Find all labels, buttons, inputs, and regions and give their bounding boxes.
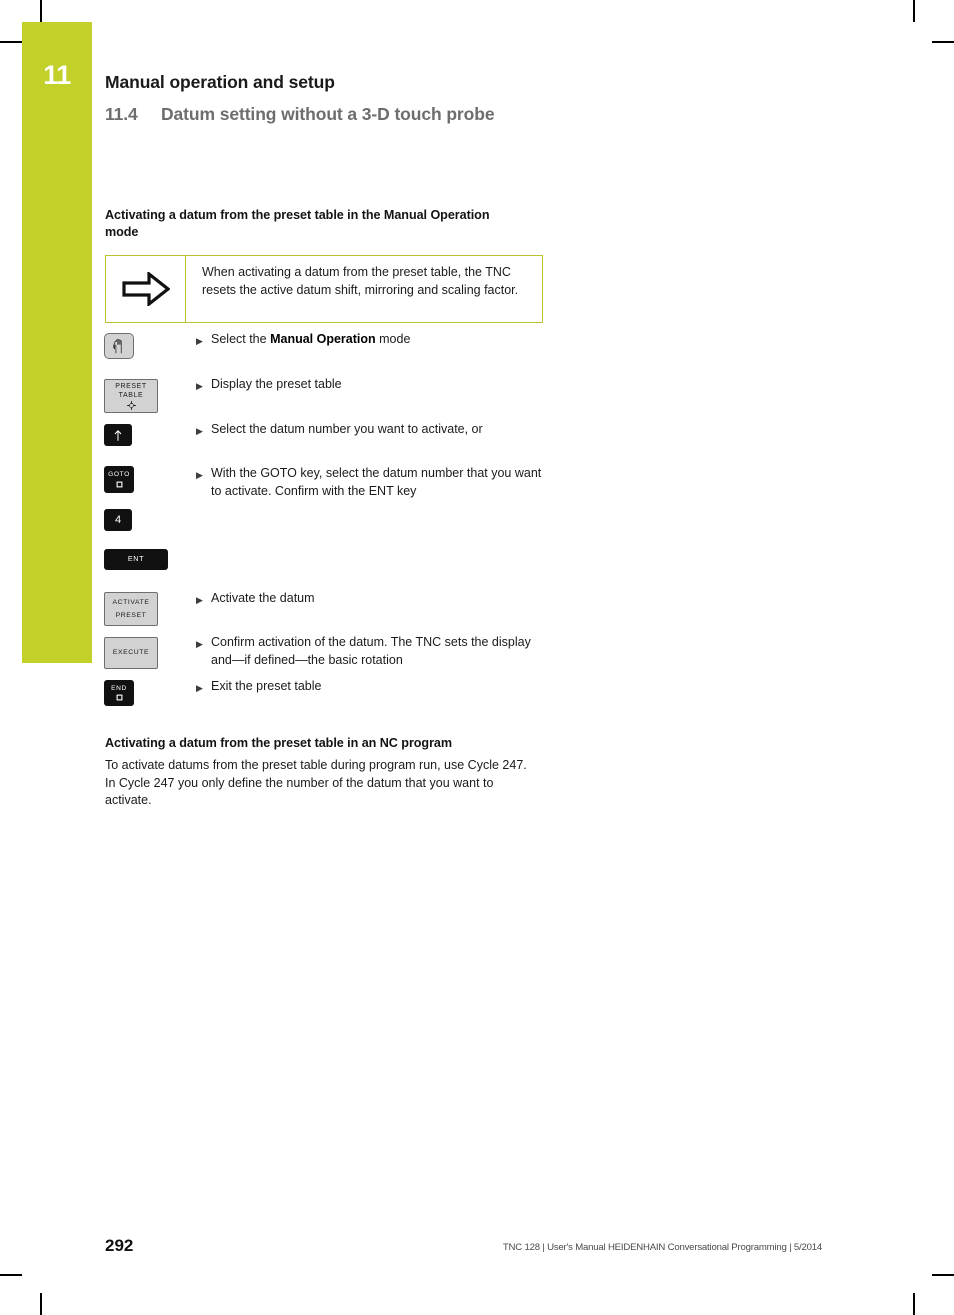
arrow-up-icon: [114, 429, 122, 441]
note-divider: [185, 256, 186, 322]
page-title: Manual operation and setup: [105, 72, 335, 92]
crop-mark-bottom-left-horizontal: [0, 1274, 22, 1276]
step-text-preset-table: Display the preset table: [211, 377, 342, 391]
note-text: When activating a datum from the preset …: [202, 265, 519, 297]
key-end[interactable]: END: [104, 680, 134, 706]
crop-mark-top-right-horizontal: [932, 41, 954, 43]
paragraph-nc-program: To activate datums from the preset table…: [105, 758, 527, 807]
section-heading: 11.4 Datum setting without a 3-D touch pr…: [105, 104, 495, 125]
key-label-table: TABLE: [118, 391, 144, 399]
key-ent[interactable]: ENT: [104, 549, 168, 570]
crop-mark-bottom-left-vertical: [40, 1293, 42, 1315]
hand-icon: [112, 338, 122, 353]
emphasis-manual-operation: Manual Operation: [270, 332, 376, 346]
key-label-execute: EXECUTE: [112, 649, 150, 657]
note-box: When activating a datum from the preset …: [105, 255, 543, 323]
step-bullet: ▶: [196, 381, 203, 391]
square-icon: [116, 481, 122, 487]
key-label-preset: PRESET: [115, 383, 147, 391]
key-manual-operation[interactable]: [104, 333, 134, 359]
crop-mark-top-right-vertical: [913, 0, 915, 22]
preset-datum-icon: [126, 400, 136, 410]
key-label-digit-4: 4: [114, 513, 122, 526]
step-text-manual-operation: Select the Manual Operation mode: [211, 332, 411, 346]
step-bullet: ▶: [196, 683, 203, 693]
step-text-goto: With the GOTO key, select the datum numb…: [211, 466, 542, 498]
step-bullet: ▶: [196, 470, 203, 480]
crop-mark-bottom-right-horizontal: [932, 1274, 954, 1276]
step-bullet: ▶: [196, 336, 203, 346]
step-bullet: ▶: [196, 426, 203, 436]
key-label-ent: ENT: [127, 554, 145, 564]
footer-manual-info: TNC 128 | User's Manual HEIDENHAIN Conve…: [502, 1242, 822, 1253]
key-label-activate: ACTIVATE: [112, 598, 150, 606]
manual-page: 11 Manual operation and setup 11.4 Datum …: [0, 0, 954, 1315]
arrow-right-outline-icon: [122, 270, 171, 308]
chapter-number: 11: [43, 60, 71, 90]
crop-mark-top-left-vertical: [40, 0, 42, 22]
key-digit-4[interactable]: 4: [104, 509, 132, 531]
section-number: 11.4: [105, 104, 138, 124]
chapter-tab: [22, 22, 92, 663]
key-execute[interactable]: EXECUTE: [104, 637, 158, 669]
key-activate-preset[interactable]: ACTIVATE PRESET: [104, 592, 158, 626]
subheading-manual-mode: Activating a datum from the preset table…: [105, 208, 490, 239]
key-arrow-up[interactable]: [104, 424, 132, 446]
step-bullet: ▶: [196, 595, 203, 605]
key-label-preset: PRESET: [115, 611, 147, 619]
step-text-select-datum: Select the datum number you want to acti…: [211, 422, 483, 436]
key-goto[interactable]: GOTO: [104, 466, 134, 493]
step-text-execute: Confirm activation of the datum. The TNC…: [211, 635, 531, 667]
section-title: Datum setting without a 3-D touch probe: [161, 104, 495, 124]
crop-mark-bottom-right-vertical: [913, 1293, 915, 1315]
square-icon: [116, 694, 122, 701]
step-bullet: ▶: [196, 639, 203, 649]
step-text-end: Exit the preset table: [211, 679, 322, 693]
key-label-goto: GOTO: [108, 471, 130, 479]
key-preset-table[interactable]: PRESET TABLE: [104, 379, 158, 413]
key-label-end: END: [111, 684, 127, 692]
step-text-activate-preset: Activate the datum: [211, 591, 315, 605]
crop-mark-top-left-horizontal: [0, 41, 22, 43]
subheading-nc-program: Activating a datum from the preset table…: [105, 736, 453, 750]
